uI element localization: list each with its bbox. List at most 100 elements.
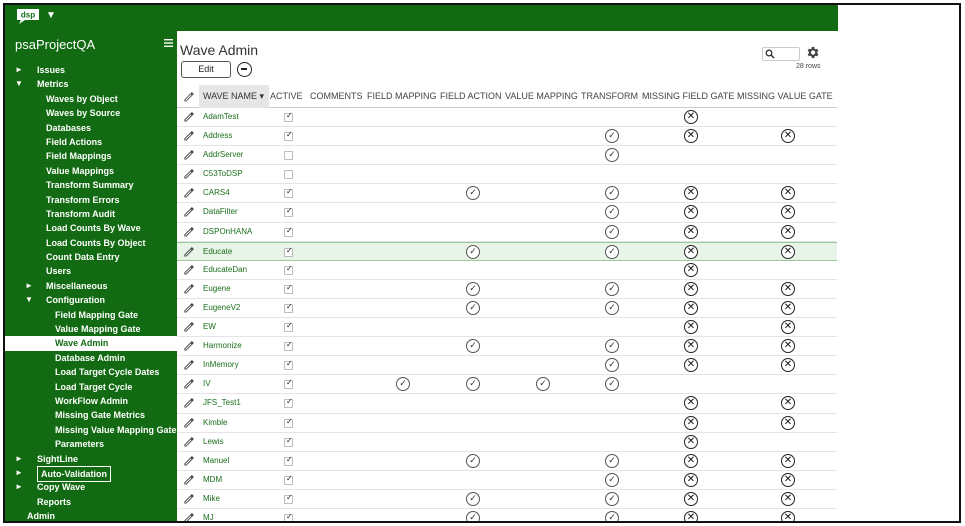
edit-pencil-icon[interactable] xyxy=(183,264,194,275)
column-header-7[interactable]: MISSING FIELD GATE xyxy=(642,85,734,108)
sidebar-item-wave-admin[interactable]: Wave Admin xyxy=(5,336,177,351)
edit-pencil-icon[interactable] xyxy=(183,149,194,160)
active-checkbox[interactable] xyxy=(284,187,293,199)
wave-name[interactable]: MDM xyxy=(203,471,222,489)
sidebar-item-field-mappings[interactable]: Field Mappings xyxy=(5,149,177,163)
wave-name[interactable]: EducateDan xyxy=(203,261,247,279)
active-checkbox[interactable] xyxy=(284,170,293,180)
edit-pencil-icon[interactable] xyxy=(183,168,194,179)
sidebar-item-transform-summary[interactable]: Transform Summary xyxy=(5,178,177,192)
sidebar-item-users[interactable]: Users xyxy=(5,264,177,278)
table-row[interactable]: Educate ✓ ✓ ✕ ✕ xyxy=(177,241,837,261)
table-row[interactable]: Address ✓ ✕ ✕ xyxy=(177,127,837,147)
sidebar-item-value-mappings[interactable]: Value Mappings xyxy=(5,164,177,178)
wave-name[interactable]: C53ToDSP xyxy=(203,165,243,183)
sidebar-item-sightline[interactable]: ► SightLine xyxy=(5,452,177,466)
collapsed-arrow-icon[interactable]: ► xyxy=(15,466,23,480)
app-switcher-caret[interactable]: ▼ xyxy=(46,10,56,21)
table-row[interactable]: Harmonize ✓ ✓ ✕ ✕ xyxy=(177,337,837,357)
sidebar-item-database-admin[interactable]: Database Admin xyxy=(5,351,177,365)
table-row[interactable]: AddrServer ✓ xyxy=(177,146,837,166)
table-row[interactable]: Kimble ✕ ✕ xyxy=(177,414,837,433)
table-row[interactable]: DataFilter ✓ ✕ ✕ xyxy=(177,203,837,223)
table-row[interactable]: C53ToDSP xyxy=(177,165,837,185)
column-header-2[interactable]: COMMENTS xyxy=(310,85,363,108)
active-checkbox[interactable] xyxy=(284,417,293,428)
table-row[interactable]: EW ✕ ✕ xyxy=(177,318,837,338)
sidebar-item-databases[interactable]: Databases xyxy=(5,121,177,135)
collapsed-arrow-icon[interactable]: ► xyxy=(15,480,23,494)
sidebar-item-field-actions[interactable]: Field Actions xyxy=(5,135,177,149)
table-row[interactable]: Mike ✓ ✓ ✕ ✕ xyxy=(177,490,837,509)
edit-pencil-icon[interactable] xyxy=(183,359,194,370)
column-header-3[interactable]: FIELD MAPPING xyxy=(367,85,437,108)
sidebar-item-workflow-admin[interactable]: WorkFlow Admin xyxy=(5,394,177,408)
sidebar-item-reports[interactable]: Reports xyxy=(5,495,177,509)
active-checkbox[interactable] xyxy=(284,378,293,390)
active-checkbox[interactable] xyxy=(284,321,293,333)
expanded-arrow-icon[interactable]: ▼ xyxy=(15,77,23,91)
edit-pencil-icon[interactable] xyxy=(183,436,194,447)
column-header-5[interactable]: VALUE MAPPING xyxy=(505,85,578,108)
table-row[interactable]: Lewis ✕ xyxy=(177,433,837,452)
sidebar-item-waves-by-source[interactable]: Waves by Source xyxy=(5,106,177,120)
edit-pencil-icon[interactable] xyxy=(183,340,194,351)
sidebar-item-issues[interactable]: ► Issues xyxy=(5,63,177,77)
active-checkbox[interactable] xyxy=(284,151,293,161)
sidebar-item-transform-errors[interactable]: Transform Errors xyxy=(5,193,177,207)
active-checkbox[interactable] xyxy=(284,283,293,294)
sidebar-item-copy-wave[interactable]: ► Copy Wave xyxy=(5,480,177,494)
sidebar-item-count-data-entry[interactable]: Count Data Entry xyxy=(5,250,177,264)
sidebar-item-waves-by-object[interactable]: Waves by Object xyxy=(5,92,177,106)
sidebar-item-value-mapping-gate[interactable]: Value Mapping Gate xyxy=(5,322,177,336)
active-checkbox[interactable] xyxy=(284,130,293,142)
edit-pencil-icon[interactable] xyxy=(183,417,194,428)
edit-pencil-icon[interactable] xyxy=(183,187,194,198)
active-checkbox[interactable] xyxy=(284,397,293,409)
wave-name[interactable]: Educate xyxy=(203,243,232,261)
wave-name[interactable]: DataFilter xyxy=(203,203,238,221)
table-row[interactable]: EducateDan ✕ xyxy=(177,261,837,280)
table-row[interactable]: MDM ✓ ✕ ✕ xyxy=(177,471,837,490)
column-header-8[interactable]: MISSING VALUE GATE xyxy=(737,85,833,108)
column-header-1[interactable]: ACTIVE xyxy=(270,85,303,108)
collapsed-arrow-icon[interactable]: ► xyxy=(15,63,23,77)
sidebar-item-missing-gate-metrics[interactable]: Missing Gate Metrics xyxy=(5,408,177,422)
sidebar-item-miscellaneous[interactable]: ► Miscellaneous xyxy=(5,279,177,293)
table-row[interactable]: EugeneV2 ✓ ✓ ✕ ✕ xyxy=(177,299,837,319)
active-checkbox[interactable] xyxy=(284,512,293,521)
active-checkbox[interactable] xyxy=(284,436,293,447)
wave-name[interactable]: AdamTest xyxy=(203,108,239,126)
edit-pencil-icon[interactable] xyxy=(183,321,194,332)
edit-button[interactable]: Edit xyxy=(181,61,231,78)
edit-pencil-icon[interactable] xyxy=(183,474,194,485)
table-row[interactable]: Manuel ✓ ✓ ✕ ✕ xyxy=(177,452,837,471)
column-header-4[interactable]: FIELD ACTION xyxy=(440,85,502,108)
wave-name[interactable]: Mike xyxy=(203,490,220,508)
edit-pencil-icon[interactable] xyxy=(183,455,194,466)
wave-name[interactable]: Eugene xyxy=(203,280,231,298)
wave-name[interactable]: IV xyxy=(203,375,211,393)
sidebar-item-admin[interactable]: Admin xyxy=(5,509,177,521)
edit-pencil-icon[interactable] xyxy=(183,246,194,257)
edit-pencil-icon[interactable] xyxy=(183,397,194,408)
edit-pencil-icon[interactable] xyxy=(183,302,194,313)
active-checkbox[interactable] xyxy=(284,246,293,257)
dsp-logo[interactable]: dsp xyxy=(15,8,41,25)
table-row[interactable]: MJ ✓ ✓ ✕ ✕ xyxy=(177,509,837,523)
active-checkbox[interactable] xyxy=(284,111,293,122)
wave-name[interactable]: EugeneV2 xyxy=(203,299,240,317)
hamburger-icon[interactable] xyxy=(164,38,173,50)
active-checkbox[interactable] xyxy=(284,359,293,371)
column-header-6[interactable]: TRANSFORM xyxy=(581,85,638,108)
active-checkbox[interactable] xyxy=(284,226,293,237)
wave-name[interactable]: EW xyxy=(203,318,216,336)
sidebar-item-transform-audit[interactable]: Transform Audit xyxy=(5,207,177,221)
wave-name[interactable]: MJ xyxy=(203,509,214,521)
active-checkbox[interactable] xyxy=(284,455,293,466)
active-checkbox[interactable] xyxy=(284,302,293,313)
edit-pencil-icon[interactable] xyxy=(183,512,194,523)
edit-pencil-icon[interactable] xyxy=(183,378,194,389)
table-row[interactable]: DSPOnHANA ✓ ✕ ✕ xyxy=(177,223,837,242)
wave-name[interactable]: Manuel xyxy=(203,452,229,470)
